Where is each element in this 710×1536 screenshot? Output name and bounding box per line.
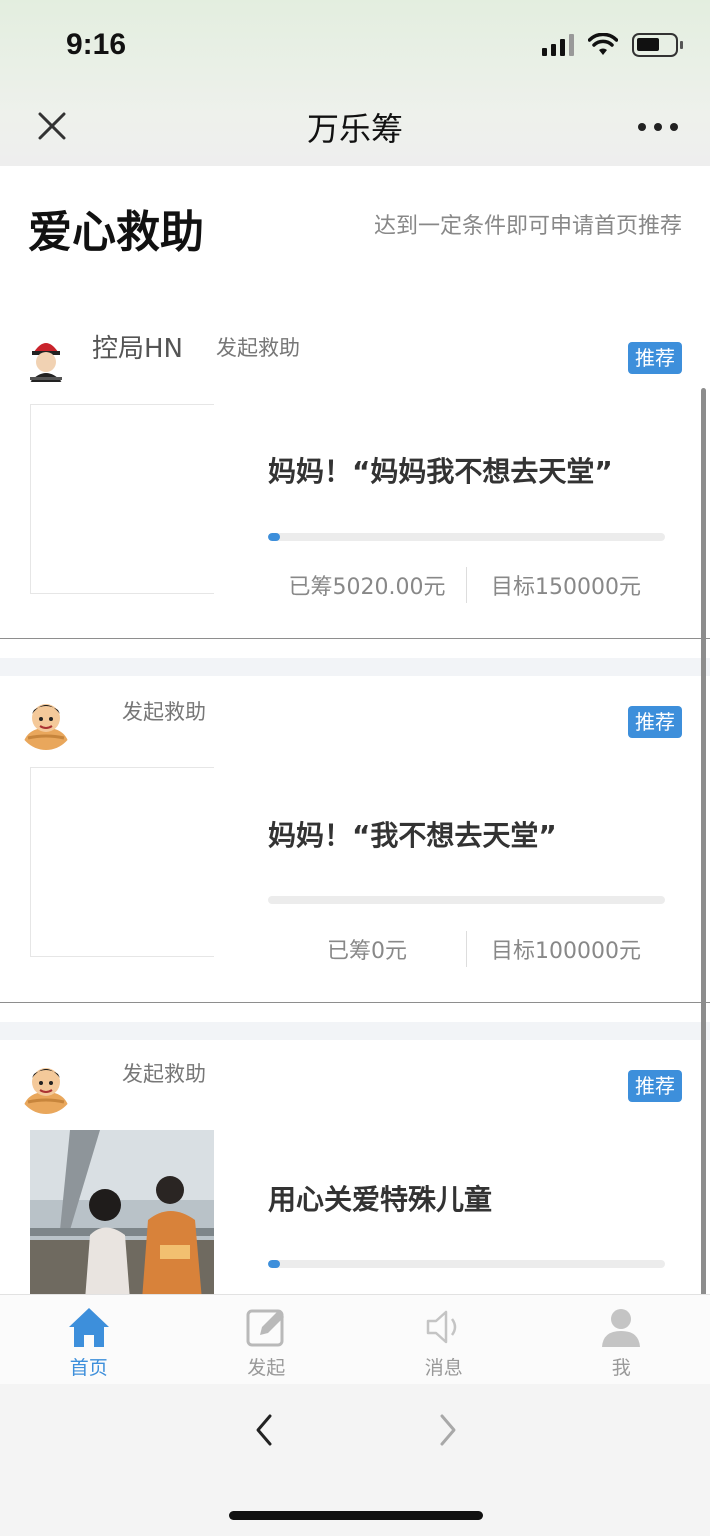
- thumbnail-image[interactable]: [30, 1130, 214, 1294]
- thumbnail-image[interactable]: [30, 404, 214, 594]
- list-item[interactable]: 控局HN 发起救助 推荐 妈妈！“妈妈我不想去天堂” 已筹5020.00元 目标…: [0, 300, 700, 638]
- card-title[interactable]: 妈妈！“妈妈我不想去天堂”: [268, 450, 613, 490]
- tab-label: 我: [611, 1357, 631, 1379]
- list-item[interactable]: 发起救助 推荐 用心关爱特殊儿童: [0, 1040, 700, 1294]
- battery-icon: [632, 33, 683, 57]
- action-label: 发起救助: [122, 1062, 206, 1086]
- status-icons: [542, 30, 683, 60]
- top-bar: 9:16 万乐筹: [0, 0, 710, 166]
- progress-fill: [268, 1260, 280, 1268]
- tab-home[interactable]: 首页: [0, 1295, 178, 1384]
- progress-bar: [268, 1260, 665, 1268]
- page-subtitle: 达到一定条件即可申请首页推荐: [373, 214, 682, 239]
- wifi-icon: [588, 33, 618, 55]
- target-amount: 目标100000元: [491, 939, 641, 964]
- section-gap: [0, 658, 710, 676]
- card-title[interactable]: 用心关爱特殊儿童: [268, 1178, 492, 1218]
- divider: [0, 638, 710, 639]
- stats-row: 已筹5020.00元 目标150000元: [268, 565, 665, 605]
- avatar-icon: [18, 1058, 74, 1114]
- raised-amount: 已筹5020.00元: [288, 575, 446, 600]
- action-label: 发起救助: [216, 336, 300, 360]
- page-title: 爱心救助: [28, 207, 204, 258]
- card-title[interactable]: 妈妈！“我不想去天堂”: [268, 814, 557, 854]
- tab-messages[interactable]: 消息: [355, 1295, 533, 1384]
- forward-arrow-icon[interactable]: [430, 1410, 466, 1450]
- list-item[interactable]: 发起救助 推荐 妈妈！“我不想去天堂” 已筹0元 目标100000元: [0, 676, 700, 1002]
- home-indicator: [229, 1511, 483, 1520]
- avatar[interactable]: [18, 694, 74, 750]
- more-icon[interactable]: [638, 112, 678, 142]
- raised-amount: 已筹0元: [327, 939, 407, 964]
- back-arrow-icon[interactable]: [246, 1410, 282, 1450]
- avatar-icon: [18, 694, 74, 750]
- section-gap: [0, 1022, 710, 1040]
- avatar[interactable]: [18, 330, 74, 386]
- bottom-tab-bar: 首页 发起 消息 我: [0, 1294, 710, 1384]
- status-time: 9:16: [66, 28, 127, 61]
- avatar[interactable]: [18, 1058, 74, 1114]
- thumbnail-image[interactable]: [30, 767, 214, 957]
- progress-bar: [268, 533, 665, 541]
- home-icon: [68, 1308, 109, 1347]
- author-name: 控局HN: [92, 334, 184, 364]
- tab-label: 消息: [424, 1357, 463, 1379]
- recommend-badge: 推荐: [628, 1070, 682, 1102]
- tab-me[interactable]: 我: [533, 1295, 710, 1384]
- divider: [0, 1002, 710, 1003]
- tab-create[interactable]: 发起: [178, 1295, 356, 1384]
- stats-row: 已筹0元 目标100000元: [268, 929, 665, 969]
- action-label: 发起救助: [122, 700, 206, 724]
- children-photo: [30, 1130, 214, 1294]
- target-amount: 目标150000元: [491, 575, 641, 600]
- avatar-icon: [18, 330, 74, 386]
- progress-fill: [268, 533, 280, 541]
- speaker-icon: [426, 1310, 456, 1344]
- recommend-badge: 推荐: [628, 342, 682, 374]
- progress-bar: [268, 896, 665, 904]
- tab-label: 发起: [247, 1357, 286, 1379]
- tab-label: 首页: [69, 1357, 108, 1379]
- signal-icon: [542, 34, 574, 56]
- scrollbar[interactable]: [701, 388, 706, 1378]
- browser-toolbar: [0, 1384, 710, 1536]
- page-header-title: 万乐筹: [306, 110, 403, 148]
- recommend-badge: 推荐: [628, 706, 682, 738]
- edit-icon: [246, 1309, 285, 1347]
- user-icon: [602, 1309, 641, 1347]
